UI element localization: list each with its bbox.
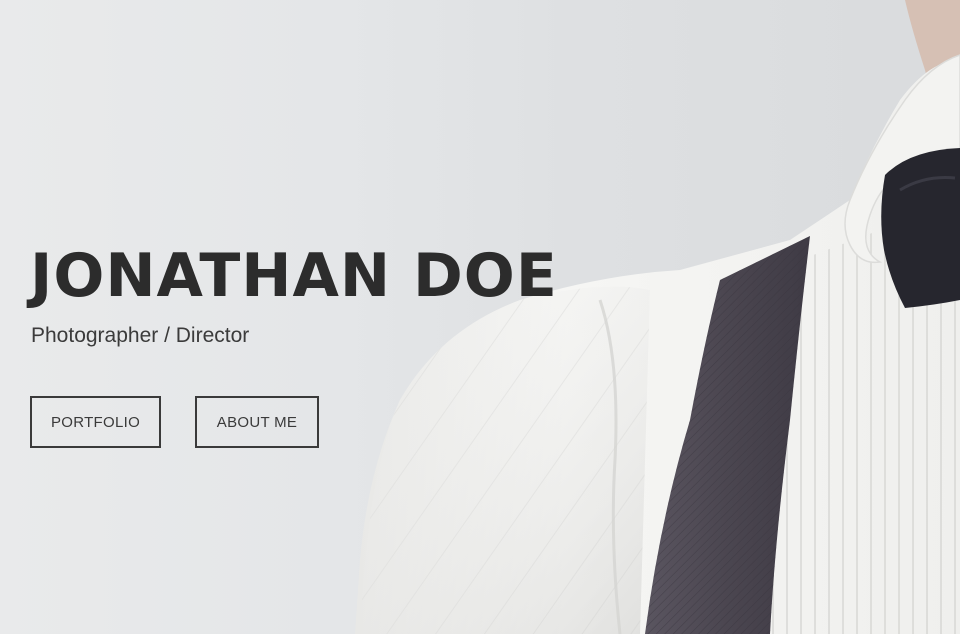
portfolio-button[interactable]: PORTFOLIO [30,396,161,448]
hero-title: JONATHAN DOE [30,241,558,311]
hero-subtitle: Photographer / Director [31,324,250,347]
hero-content: JONATHAN DOE Photographer / Director POR… [30,238,630,448]
hero-buttons: PORTFOLIO ABOUT ME [30,396,630,448]
about-me-button[interactable]: ABOUT ME [195,396,319,448]
hero-section: JONATHAN DOE Photographer / Director POR… [0,0,960,634]
